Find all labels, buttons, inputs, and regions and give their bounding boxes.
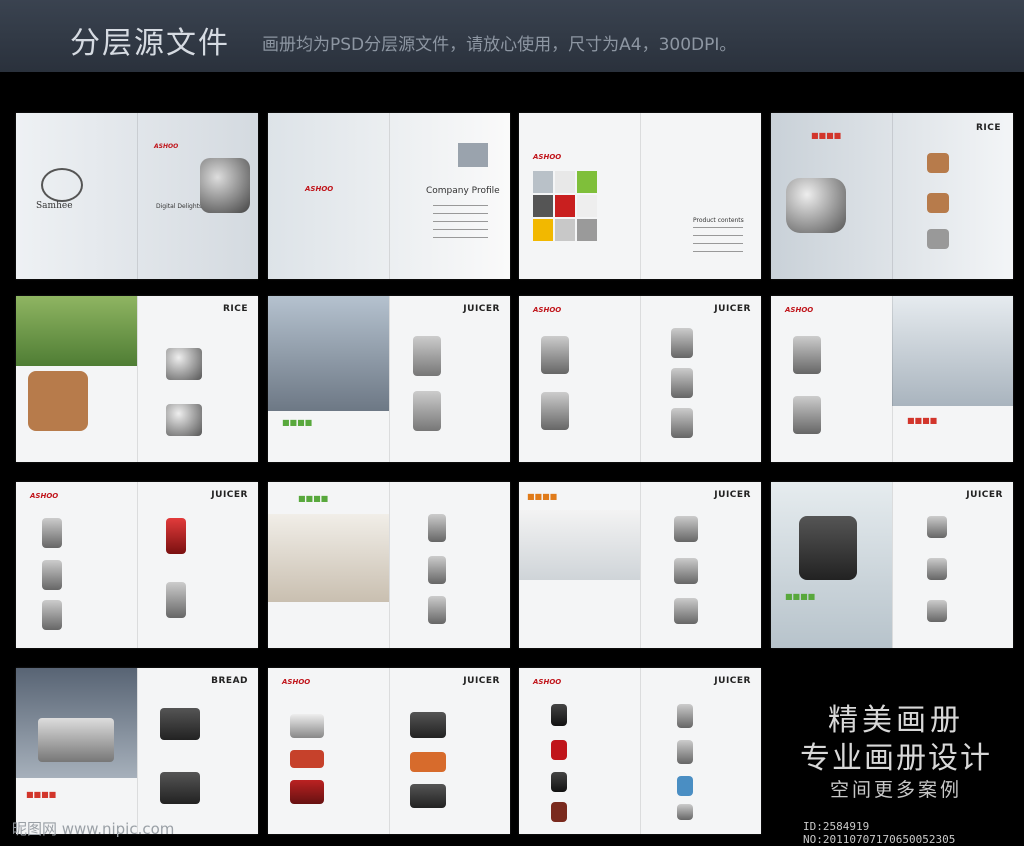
brochure-spread-juicer-6[interactable]: ■■■■ JUICER xyxy=(519,482,761,648)
section-label: RICE xyxy=(222,304,248,314)
section-label: JUICER xyxy=(714,490,751,500)
glass-table-photo xyxy=(892,296,1013,406)
brochure-spread-juicer-7[interactable]: ■■■■ JUICER xyxy=(771,482,1013,648)
image-id: ID:2584919 NO:20110707170650052305 xyxy=(803,820,956,846)
brand-logo: ASHOO xyxy=(533,153,562,161)
rice-cooker-image xyxy=(786,178,846,233)
page-subtitle: 画册均为PSD分层源文件，请放心使用，尺寸为A4，300DPI。 xyxy=(262,35,737,55)
cover-tagline: Digital Delights xyxy=(156,203,203,210)
brochure-spread-contents[interactable]: ASHOO Product contents xyxy=(519,113,761,279)
kitchen-photo xyxy=(458,143,488,167)
elderly-couple-photo xyxy=(16,296,137,366)
site-watermark: 昵图网 www.nipic.com xyxy=(12,820,175,838)
page-title: 分层源文件 xyxy=(70,26,230,61)
section-label: BREAD xyxy=(211,676,248,686)
brand-logo: ASHOO xyxy=(154,143,179,150)
section-label: JUICER xyxy=(714,304,751,314)
promo-line-2: 专业画册设计 xyxy=(800,741,992,776)
brochure-spread-juicer-4[interactable]: ASHOO JUICER xyxy=(16,482,258,648)
section-label: JUICER xyxy=(966,490,1003,500)
section-label: JUICER xyxy=(714,676,751,686)
juicer-image xyxy=(413,336,441,376)
woman-kitchen-photo xyxy=(268,514,389,602)
brochure-spread-juicer-8[interactable]: ASHOO JUICER xyxy=(268,668,510,834)
header-bar: 分层源文件 画册均为PSD分层源文件，请放心使用，尺寸为A4，300DPI。 xyxy=(0,0,1024,72)
brochure-spread-cover[interactable]: Samhee ASHOO Digital Delights xyxy=(16,113,258,279)
section-label: JUICER xyxy=(463,676,500,686)
promo-line-3: 空间更多案例 xyxy=(829,779,962,801)
rice-cooker-image xyxy=(28,371,88,431)
brochure-spread-company[interactable]: ASHOO Company Profile xyxy=(268,113,510,279)
section-label: Product contents xyxy=(693,217,744,224)
mixer-photo xyxy=(519,510,640,580)
brochure-spread-juicer-2[interactable]: ASHOO JUICER xyxy=(519,296,761,462)
brochure-spread-juicer-3[interactable]: ASHOO ■■■■ xyxy=(771,296,1013,462)
section-label: RICE xyxy=(975,123,1001,133)
section-label: Company Profile xyxy=(426,186,500,196)
pressure-cooker-image xyxy=(200,158,250,213)
section-label: JUICER xyxy=(463,304,500,314)
brochure-spread-rice-2[interactable]: RICE xyxy=(16,296,258,462)
brochure-spread-bread[interactable]: ■■■■ BREAD xyxy=(16,668,258,834)
city-kitchen-photo xyxy=(268,296,389,411)
brand-name: Samhee xyxy=(36,201,73,211)
brochure-spread-rice-1[interactable]: ■■■■ RICE xyxy=(771,113,1013,279)
brochure-spread-juicer-1[interactable]: ■■■■ JUICER xyxy=(268,296,510,462)
juicer-image xyxy=(413,391,441,431)
brand-logo: ASHOO xyxy=(305,185,334,193)
section-label: JUICER xyxy=(211,490,248,500)
brochure-spread-juicer-5[interactable]: ■■■■ xyxy=(268,482,510,648)
brochure-spread-juicer-9[interactable]: ASHOO JUICER xyxy=(519,668,761,834)
elephant-logo-icon xyxy=(41,168,83,202)
